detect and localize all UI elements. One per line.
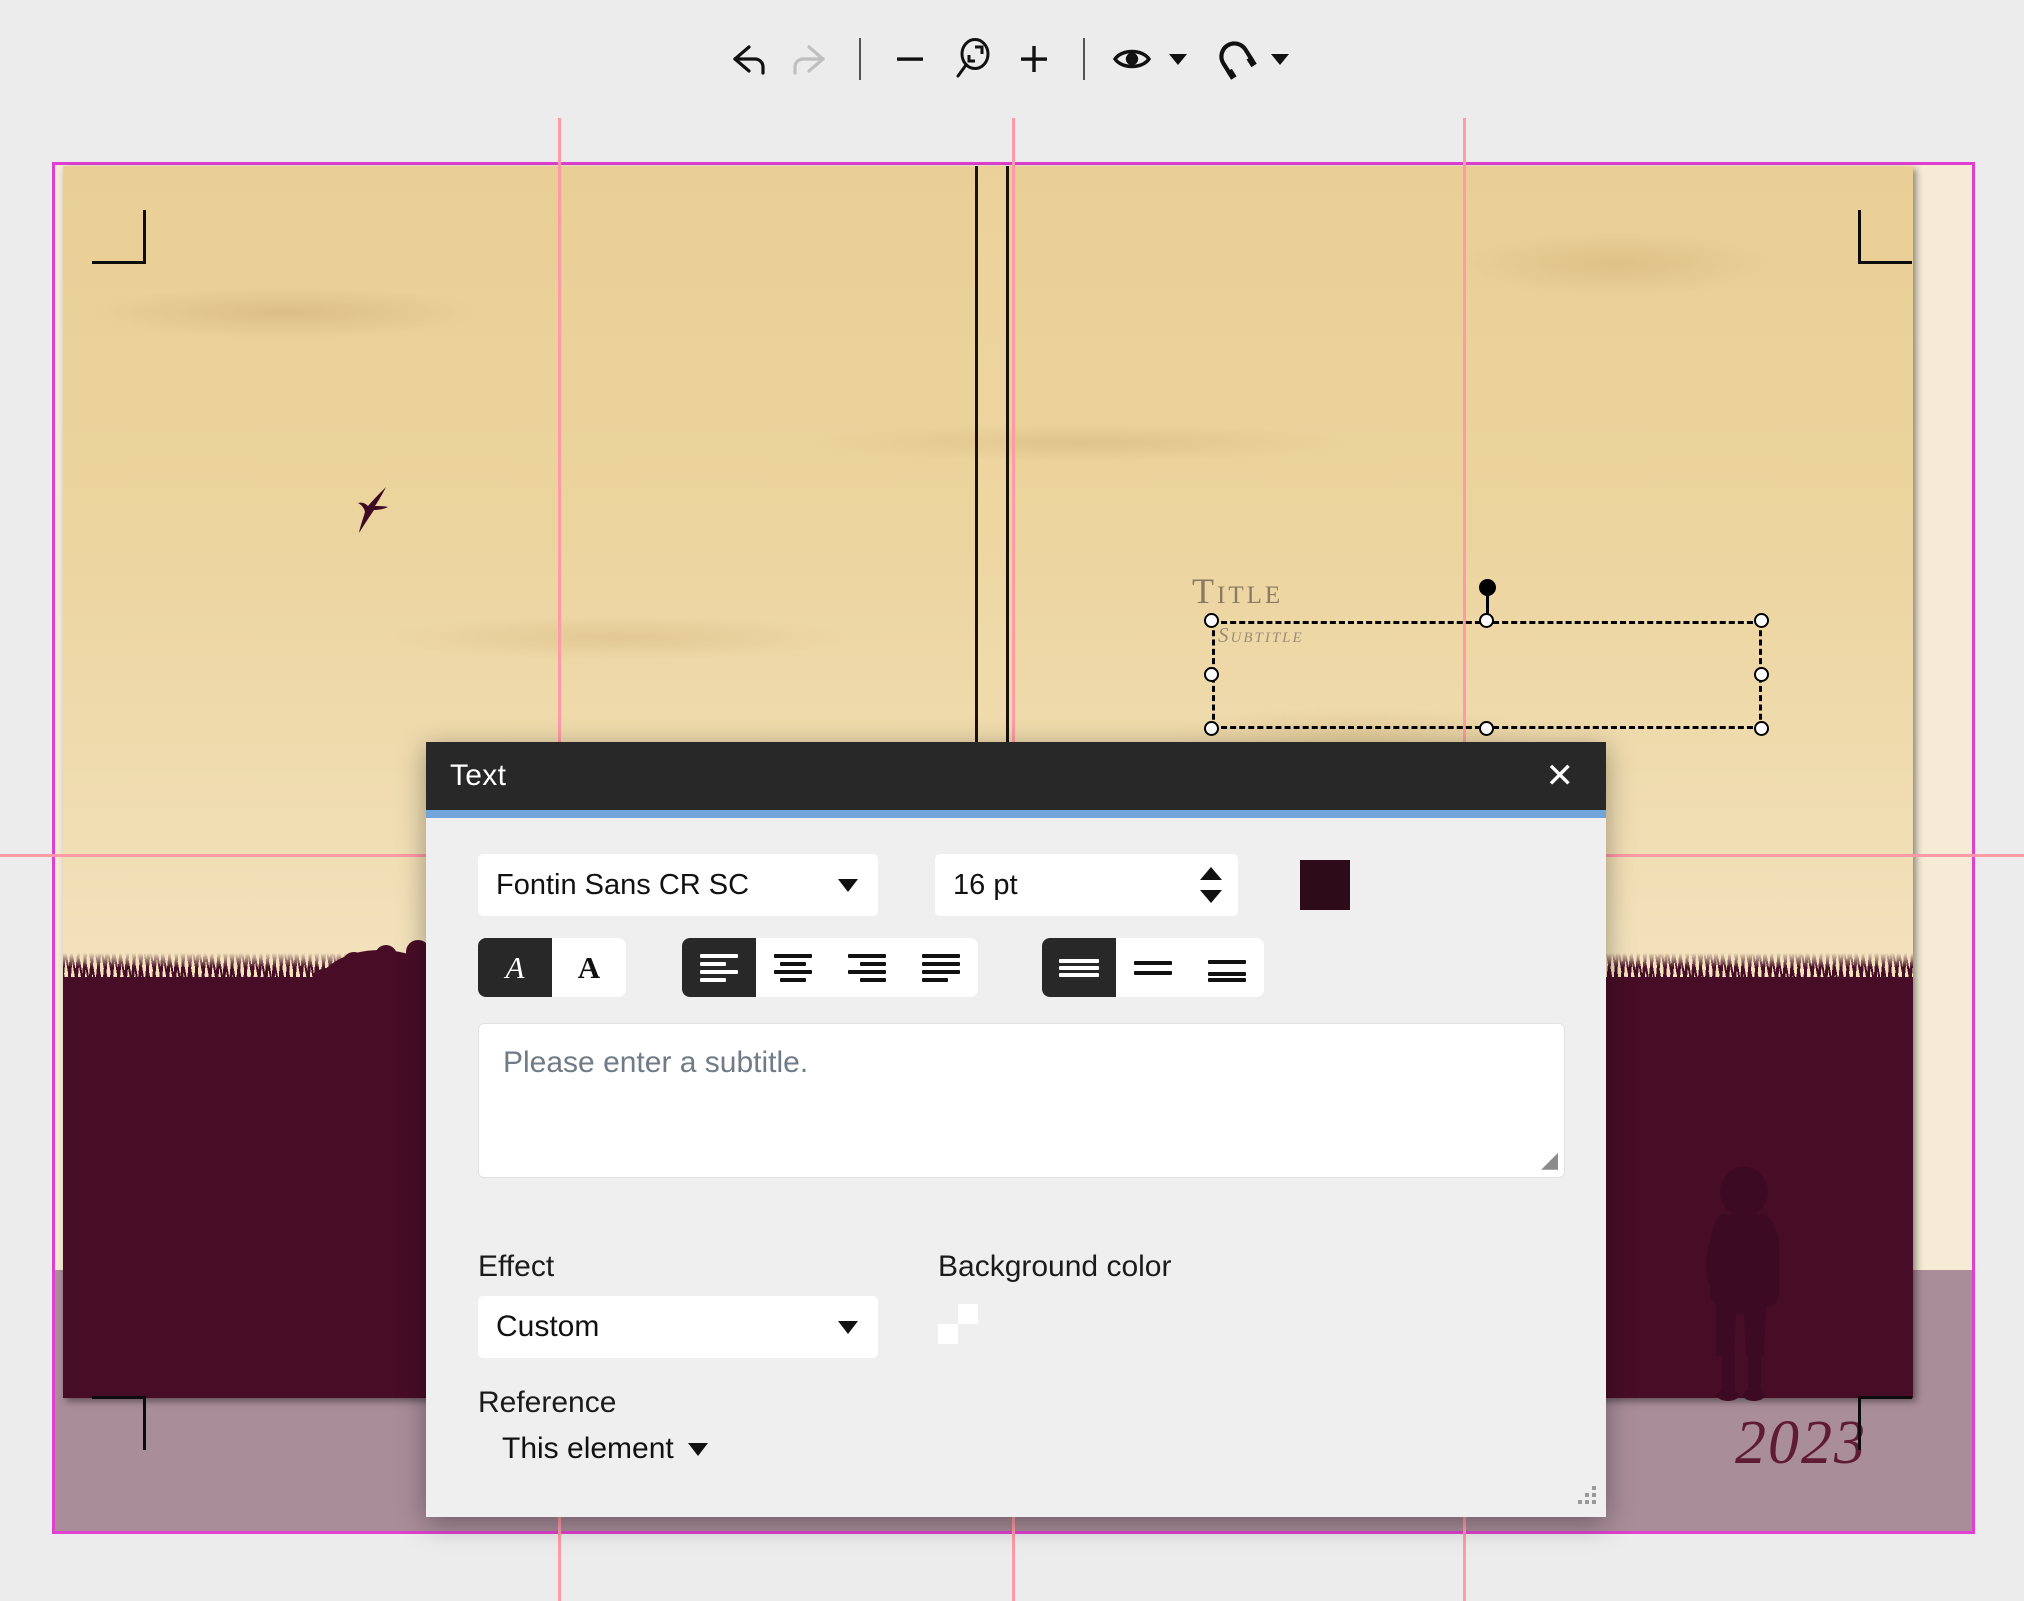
rotation-handle[interactable] <box>1479 579 1496 596</box>
spacing-double-icon <box>1208 952 1246 984</box>
effect-select[interactable]: Custom <box>478 1296 878 1358</box>
chevron-down-icon <box>838 879 858 892</box>
background-color-swatch[interactable] <box>938 1304 978 1344</box>
align-justify-button[interactable] <box>904 938 978 997</box>
chevron-down-icon <box>1169 54 1187 65</box>
font-style-group: A A <box>478 938 626 997</box>
effect-value: Custom <box>496 1310 599 1344</box>
zoom-out-button[interactable] <box>879 28 941 90</box>
align-left-button[interactable] <box>682 938 756 997</box>
spacing-single-button[interactable] <box>1042 938 1116 997</box>
effect-label: Effect <box>478 1250 878 1284</box>
visibility-button[interactable] <box>1103 28 1165 90</box>
regular-button[interactable]: A <box>552 938 626 997</box>
chevron-down-icon <box>838 1321 858 1334</box>
font-size-value[interactable]: 16 pt <box>953 869 1018 902</box>
text-element-selection[interactable] <box>1212 621 1762 729</box>
resize-handle-n[interactable] <box>1479 613 1494 628</box>
align-justify-icon <box>922 950 960 986</box>
zoom-in-button[interactable] <box>1003 28 1065 90</box>
top-toolbar <box>0 0 2024 118</box>
dialog-resize-grip-icon[interactable] <box>1570 1482 1596 1508</box>
stepper-down-icon[interactable] <box>1200 890 1222 903</box>
spacing-one-half-button[interactable] <box>1116 938 1190 997</box>
visibility-eye-icon <box>1109 39 1159 79</box>
align-left-icon <box>700 950 738 986</box>
zoom-fit-button[interactable] <box>941 28 1003 90</box>
boy-silhouette-icon <box>1682 1166 1832 1406</box>
font-family-value: Fontin Sans CR SC <box>496 869 749 902</box>
reference-label: Reference <box>478 1386 878 1420</box>
align-center-icon <box>774 950 812 986</box>
resize-handle-s[interactable] <box>1479 721 1494 736</box>
resize-handle-sw[interactable] <box>1204 721 1219 736</box>
resize-handle-w[interactable] <box>1204 667 1219 682</box>
lower-options: Effect Custom Reference This element Bac… <box>478 1250 1562 1466</box>
font-row: Fontin Sans CR SC 16 pt <box>478 854 1562 916</box>
spacing-double-button[interactable] <box>1190 938 1264 997</box>
zoom-fit-icon <box>947 35 997 83</box>
toolbar-divider-2 <box>1083 38 1085 80</box>
background-color-column: Background color <box>938 1250 1171 1466</box>
resize-handle-ne[interactable] <box>1754 613 1769 628</box>
snap-magnet-icon <box>1210 36 1262 82</box>
chevron-down-icon <box>688 1443 708 1456</box>
snap-dropdown-button[interactable] <box>1267 28 1293 90</box>
subtitle-placeholder-text: Please enter a subtitle. <box>503 1046 808 1079</box>
align-right-icon <box>848 950 886 986</box>
italic-label: A <box>506 950 525 986</box>
close-icon[interactable]: ✕ <box>1536 755 1585 797</box>
stepper-up-icon[interactable] <box>1200 867 1222 880</box>
zoom-out-icon <box>889 39 931 79</box>
reference-select[interactable]: This element <box>502 1432 878 1466</box>
document-canvas[interactable]: 2023 Title Subtitle Text <box>0 118 2024 1601</box>
align-center-button[interactable] <box>756 938 830 997</box>
italic-button[interactable]: A <box>478 938 552 997</box>
font-family-select[interactable]: Fontin Sans CR SC <box>478 854 878 916</box>
chevron-down-icon <box>1271 54 1289 65</box>
line-spacing-group <box>1042 938 1264 997</box>
undo-icon <box>725 39 771 79</box>
reference-value: This element <box>502 1432 674 1466</box>
background-color-label: Background color <box>938 1250 1171 1284</box>
bird-silhouette-icon <box>340 473 410 543</box>
resize-handle-nw[interactable] <box>1204 613 1219 628</box>
dialog-accent-bar <box>426 810 1606 818</box>
text-align-group <box>682 938 978 997</box>
resize-handle-se[interactable] <box>1754 721 1769 736</box>
dialog-titlebar[interactable]: Text ✕ <box>426 742 1606 810</box>
font-size-stepper[interactable]: 16 pt <box>935 854 1238 916</box>
text-properties-dialog[interactable]: Text ✕ Fontin Sans CR SC 16 pt <box>426 742 1606 1517</box>
snap-button[interactable] <box>1205 28 1267 90</box>
textarea-resize-grip-icon[interactable]: ◢ <box>1541 1147 1558 1173</box>
spacing-one-half-icon <box>1134 955 1172 981</box>
dialog-title: Text <box>450 759 506 793</box>
text-color-swatch[interactable] <box>1300 860 1350 910</box>
spacing-single-icon <box>1059 956 1099 980</box>
effect-column: Effect Custom Reference This element <box>478 1250 878 1466</box>
artwork-title-placeholder[interactable]: Title <box>1192 570 1283 612</box>
format-row: A A <box>478 938 1562 997</box>
align-right-button[interactable] <box>830 938 904 997</box>
zoom-in-icon <box>1013 39 1055 79</box>
undo-button[interactable] <box>717 28 779 90</box>
redo-icon <box>787 39 833 79</box>
toolbar-divider-1 <box>859 38 861 80</box>
dialog-body: Fontin Sans CR SC 16 pt A <box>426 818 1606 1517</box>
artwork-year-text: 2023 <box>1735 1408 1867 1479</box>
regular-label: A <box>578 950 600 986</box>
resize-handle-e[interactable] <box>1754 667 1769 682</box>
subtitle-textarea[interactable]: Please enter a subtitle. ◢ <box>478 1023 1565 1178</box>
redo-button[interactable] <box>779 28 841 90</box>
visibility-dropdown-button[interactable] <box>1165 28 1191 90</box>
stepper-arrows <box>1200 867 1222 903</box>
selection-rectangle <box>1212 621 1762 729</box>
